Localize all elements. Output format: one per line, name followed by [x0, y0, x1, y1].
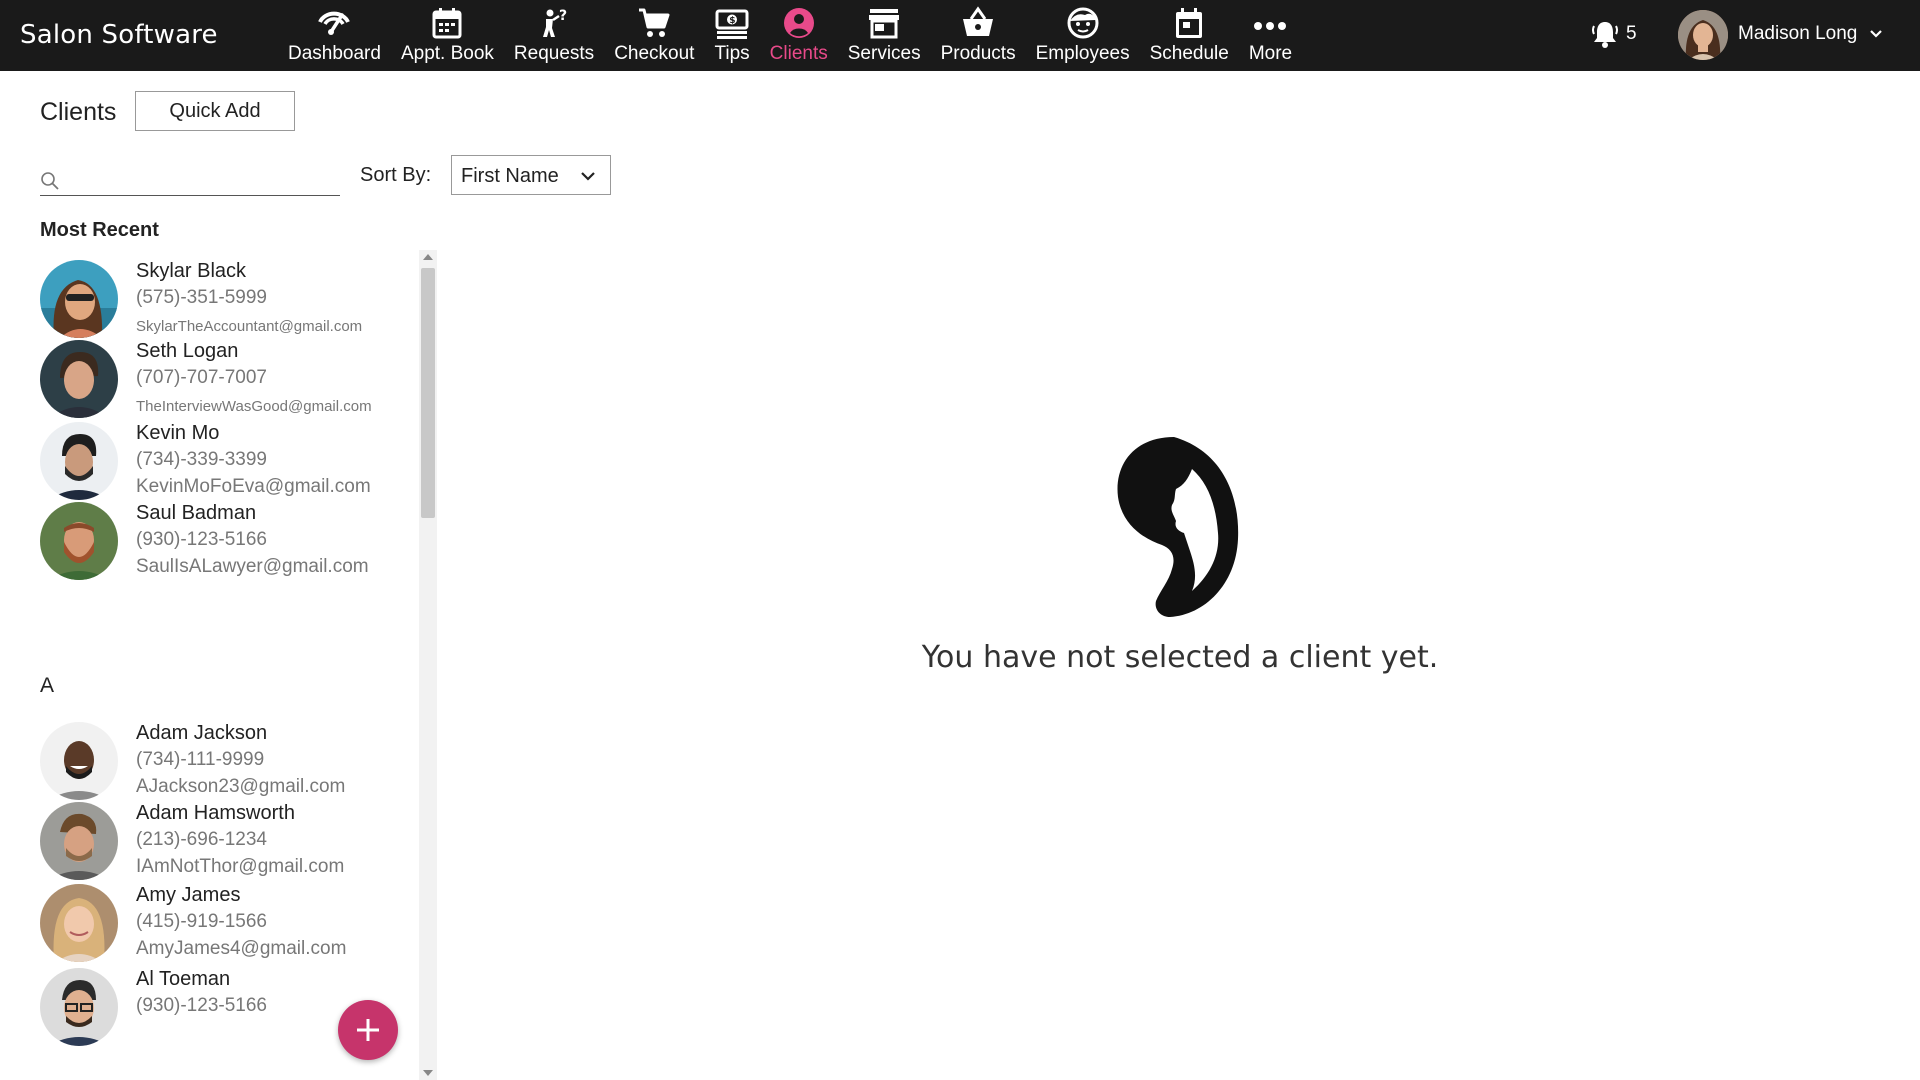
dashboard-icon — [318, 11, 351, 35]
cart-icon — [639, 8, 670, 37]
client-search — [40, 163, 340, 196]
nav-item-dashboard[interactable]: Dashboard — [278, 0, 391, 71]
nav-item-services[interactable]: Services — [838, 0, 931, 71]
client-phone: (213)-696-1234 — [136, 829, 267, 850]
nav-label-appt-book: Appt. Book — [400, 43, 494, 64]
client-list-item[interactable]: Adam Jackson (734)-111-9999 AJackson23@g… — [40, 710, 420, 800]
nav-label-schedule: Schedule — [1149, 43, 1229, 64]
main-nav: Dashboard Appt. Book ? Requests Checkout… — [278, 0, 1302, 71]
sort-by-select[interactable]: First Name — [451, 155, 611, 195]
schedule-icon — [1176, 8, 1203, 38]
face-icon — [1067, 7, 1099, 39]
nav-item-checkout[interactable]: Checkout — [604, 0, 704, 71]
client-name: Adam Jackson — [136, 722, 268, 744]
client-avatar — [40, 260, 118, 338]
client-list-item[interactable]: Seth Logan (707)-707-7007 TheInterviewWa… — [40, 328, 420, 418]
quick-add-button[interactable]: Quick Add — [135, 91, 295, 131]
client-avatar — [40, 884, 118, 962]
nav-label-products: Products — [940, 43, 1016, 64]
user-avatar-image — [1678, 10, 1728, 60]
client-list-item[interactable]: Skylar Black (575)-351-5999 SkylarTheAcc… — [40, 248, 420, 338]
nav-label-requests: Requests — [513, 43, 595, 64]
notification-bell-icon[interactable] — [1592, 20, 1618, 48]
calendar-icon — [432, 8, 462, 39]
scroll-down-arrow-icon[interactable] — [423, 1070, 433, 1076]
client-name: Seth Logan — [136, 340, 239, 362]
add-client-button[interactable] — [338, 1000, 398, 1060]
client-avatar — [40, 968, 118, 1046]
svg-text:$: $ — [729, 16, 735, 26]
client-list[interactable]: Skylar Black (575)-351-5999 SkylarTheAcc… — [0, 248, 420, 1080]
client-avatar — [40, 802, 118, 880]
chevron-down-icon[interactable] — [1869, 27, 1883, 41]
basket-icon — [963, 6, 994, 36]
plus-icon — [357, 1019, 379, 1041]
client-list-item[interactable]: Saul Badman (930)-123-5166 SaulIsALawyer… — [40, 490, 420, 580]
client-name: Al Toeman — [136, 968, 231, 990]
client-phone: (575)-351-5999 — [136, 287, 267, 308]
client-phone: (734)-111-9999 — [136, 749, 265, 770]
money-icon: $ — [715, 9, 749, 39]
scroll-up-arrow-icon[interactable] — [423, 254, 433, 260]
brand-name[interactable]: Salon Software — [20, 20, 218, 50]
more-dots-icon — [1254, 22, 1287, 30]
client-name: Saul Badman — [136, 502, 257, 524]
nav-item-employees[interactable]: Employees — [1026, 0, 1140, 71]
section-heading-most-recent: Most Recent — [40, 219, 159, 241]
search-input[interactable] — [66, 163, 340, 195]
svg-text:?: ? — [559, 8, 567, 24]
empty-state-message: You have not selected a client yet. — [921, 640, 1439, 675]
nav-item-requests[interactable]: ? Requests — [504, 0, 604, 71]
client-phone: (734)-339-3399 — [136, 449, 267, 470]
nav-label-more: More — [1248, 43, 1293, 64]
nav-label-clients: Clients — [769, 43, 828, 64]
nav-label-employees: Employees — [1035, 43, 1130, 64]
notification-count: 5 — [1626, 23, 1637, 44]
woman-profile-logo-icon — [1117, 437, 1239, 617]
client-name: Skylar Black — [136, 260, 247, 282]
client-email: SaulIsALawyer@gmail.com — [136, 556, 369, 577]
client-phone: (707)-707-7007 — [136, 367, 267, 388]
page-title: Clients — [40, 98, 117, 126]
nav-item-tips[interactable]: $ Tips — [704, 0, 759, 71]
nav-label-services: Services — [847, 43, 921, 64]
nav-item-schedule[interactable]: Schedule — [1140, 0, 1239, 71]
user-circle-icon — [783, 8, 814, 38]
nav-label-checkout: Checkout — [614, 43, 695, 64]
client-phone: (415)-919-1566 — [136, 911, 267, 932]
client-name: Amy James — [136, 884, 241, 906]
client-avatar — [40, 502, 118, 580]
nav-label-dashboard: Dashboard — [288, 43, 381, 64]
sort-by-label: Sort By: — [360, 164, 432, 186]
nav-item-appt-book[interactable]: Appt. Book — [391, 0, 504, 71]
nav-item-clients[interactable]: Clients — [760, 0, 838, 71]
section-heading-letter: A — [40, 674, 55, 697]
nav-label-tips: Tips — [714, 43, 750, 64]
client-list-item[interactable]: Amy James (415)-919-1566 AmyJames4@gmail… — [40, 872, 420, 962]
client-list-scrollbar[interactable] — [419, 250, 437, 1080]
client-avatar — [40, 422, 118, 500]
client-list-item[interactable]: Adam Hamsworth (213)-696-1234 IAmNotThor… — [40, 790, 420, 880]
client-list-item[interactable]: Kevin Mo (734)-339-3399 KevinMoFoEva@gma… — [40, 410, 420, 500]
scrollbar-thumb[interactable] — [421, 268, 435, 518]
client-phone: (930)-123-5166 — [136, 529, 267, 550]
person-question-icon: ? — [543, 8, 567, 37]
nav-item-more[interactable]: More — [1239, 0, 1302, 71]
chevron-down-icon — [581, 172, 595, 181]
client-name: Kevin Mo — [136, 422, 220, 444]
search-icon — [41, 172, 59, 190]
client-avatar — [40, 340, 118, 418]
client-phone: (930)-123-5166 — [136, 995, 267, 1016]
user-name[interactable]: Madison Long — [1738, 23, 1857, 45]
client-name: Adam Hamsworth — [136, 802, 295, 824]
user-avatar[interactable] — [1678, 10, 1728, 60]
nav-item-products[interactable]: Products — [931, 0, 1026, 71]
top-navigation-bar: Salon Software Dashboard Appt. Book ? Re… — [0, 0, 1920, 71]
client-avatar — [40, 722, 118, 800]
store-icon — [869, 9, 900, 39]
sort-by-value: First Name — [461, 165, 559, 187]
